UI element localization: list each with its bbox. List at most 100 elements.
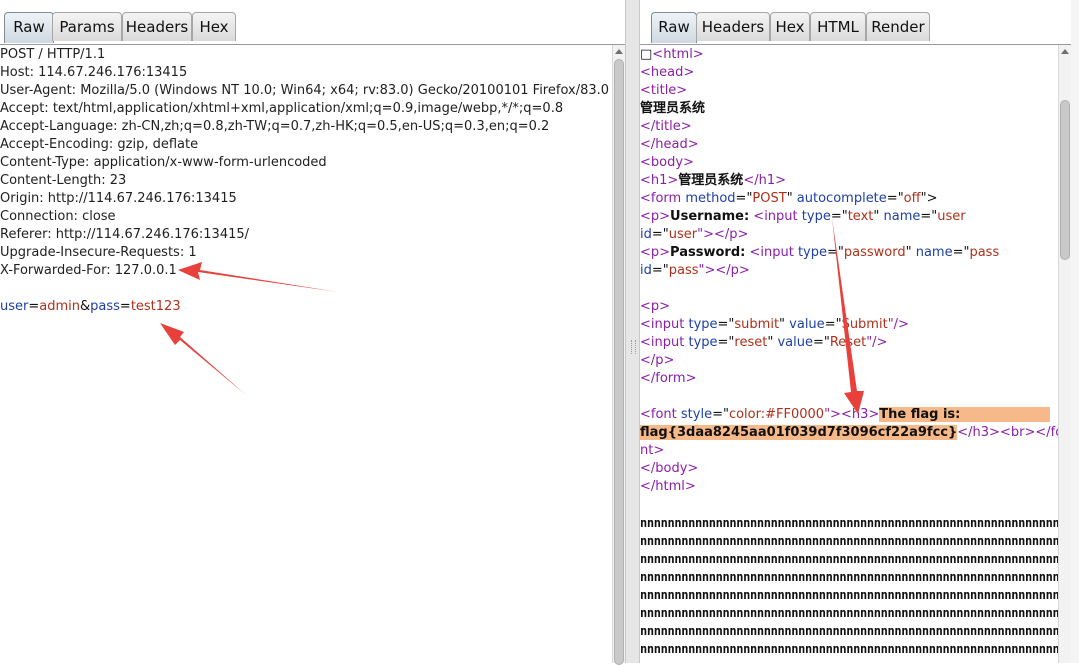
value-text: off	[903, 191, 921, 206]
request-scrollbar[interactable]	[612, 45, 625, 665]
body-key-user: user	[0, 299, 29, 314]
attr-text: type	[684, 317, 718, 332]
header-accept-encoding: Accept-Encoding: gzip, deflate	[0, 137, 199, 152]
flag-label-highlight: The flag is:	[879, 407, 1051, 422]
value-text: pass	[969, 245, 1000, 260]
source-line: </head>	[640, 137, 699, 152]
source-line: flag{3daa8245aa01f039d7f3096cf22a9fcc}</…	[640, 424, 1059, 442]
source-line: □<html>	[640, 46, 704, 64]
tag-text: <p>	[640, 245, 671, 260]
source-line: <h1>管理员系统</h1>	[640, 172, 786, 190]
value-text: Submit	[841, 317, 888, 332]
request-line: POST / HTTP/1.1	[0, 47, 106, 62]
tag-text: "></p>	[698, 263, 750, 278]
source-line: <p>	[640, 299, 671, 314]
response-editor[interactable]: □<html> <head> <title> 管理员系统 </title> </…	[640, 45, 1059, 663]
source-line: <p>Password: <input type="password" name…	[640, 244, 999, 262]
tab-params[interactable]: Params	[52, 12, 122, 41]
tab-raw[interactable]: Raw	[4, 12, 54, 43]
scroll-up-icon[interactable]	[1061, 49, 1069, 54]
attr-text: id	[640, 263, 652, 278]
tab-hex[interactable]: Hex	[192, 12, 236, 41]
tag-text: <html>	[652, 47, 704, 62]
punct-text: ="	[651, 227, 669, 242]
header-user-agent: User-Agent: Mozilla/5.0 (Windows NT 10.0…	[0, 83, 610, 98]
tag-text: </h3>	[957, 425, 1000, 440]
tab-headers[interactable]: Headers	[696, 12, 770, 41]
response-tabbar: Raw Headers Hex HTML Render	[640, 0, 1079, 45]
value-text: POST	[752, 191, 787, 206]
value-text: pass	[668, 263, 699, 278]
value-text: color:#FF0000	[728, 407, 825, 422]
split-divider[interactable]	[625, 0, 640, 663]
tab-render[interactable]: Render	[866, 12, 930, 41]
body-value-pass: test123	[130, 299, 181, 314]
attr-text: autocomplete	[792, 191, 887, 206]
source-line: <title>	[640, 83, 688, 98]
tab-html[interactable]: HTML	[810, 12, 866, 41]
punct-text: ="	[712, 407, 729, 422]
request-editor[interactable]: POST / HTTP/1.1 Host: 114.67.246.176:134…	[0, 45, 613, 663]
source-title-text: 管理员系统	[640, 101, 706, 116]
header-content-type: Content-Type: application/x-www-form-url…	[0, 155, 327, 170]
tag-text: "/>	[866, 335, 888, 350]
source-line: </form>	[640, 371, 697, 386]
value-text: reset	[734, 335, 768, 350]
filler-line: nnnnnnnnnnnnnnnnnnnnnnnnnnnnnnnnnnnnnnnn…	[640, 516, 1059, 530]
filler-line: nnnnnnnnnnnnnnnnnnnnnnnnnnnnnnnnnnnnnnnn…	[640, 624, 1059, 638]
punct-text: ="	[952, 245, 970, 260]
punct-text: ="	[735, 191, 753, 206]
source-line: </title>	[640, 119, 692, 134]
heading-text: 管理员系统	[678, 173, 744, 188]
header-upgrade-insecure: Upgrade-Insecure-Requests: 1	[0, 245, 197, 260]
header-accept: Accept: text/html,application/xhtml+xml,…	[0, 101, 564, 116]
tag-text: "></p>	[697, 227, 749, 242]
scroll-thumb[interactable]	[614, 59, 624, 665]
tab-hex[interactable]: Hex	[770, 12, 810, 41]
tag-text: <p>	[640, 209, 671, 224]
body-amp: &	[80, 299, 91, 314]
tag-text: ">	[824, 407, 841, 422]
filler-line: nnnnnnnnnnnnnnnnnnnnnnnnnnnnnnnnnnnnnnnn…	[640, 552, 1059, 566]
source-line: id="pass"></p>	[640, 262, 750, 280]
attr-text: method	[681, 191, 736, 206]
tag-text: <font	[640, 407, 677, 422]
header-origin: Origin: http://114.67.246.176:13415	[0, 191, 237, 206]
tab-raw[interactable]: Raw	[651, 12, 697, 43]
response-pane: Raw Headers Hex HTML Render □<html> <hea…	[640, 0, 1079, 663]
punct-text: ="	[717, 335, 735, 350]
body-eq: =	[119, 299, 131, 314]
filler-line: nnnnnnnnnnnnnnnnnnnnnnnnnnnnnnnnnnnnnnnn…	[640, 588, 1059, 602]
attr-text: value	[773, 335, 813, 350]
source-line: <form method="POST" autocomplete="off">	[640, 190, 937, 208]
tag-text: </h1>	[743, 173, 786, 188]
source-line: <input type="reset" value="Reset"/>	[640, 334, 887, 352]
tab-headers[interactable]: Headers	[122, 12, 192, 41]
scroll-up-icon[interactable]	[615, 49, 623, 54]
attr-text: id	[640, 227, 652, 242]
tag-text: <br>	[999, 425, 1036, 440]
request-tabbar: Raw Params Headers Hex	[0, 0, 625, 45]
bom-box-icon: □	[640, 47, 653, 62]
body-key-pass: pass	[90, 299, 120, 314]
source-line: <body>	[640, 155, 694, 170]
scroll-thumb[interactable]	[1060, 100, 1070, 260]
tag-text: <input	[640, 335, 685, 350]
filler-line: nnnnnnnnnnnnnnnnnnnnnnnnnnnnnnnnnnnnnnnn…	[640, 570, 1059, 584]
attr-text: type	[684, 335, 718, 350]
value-text: password	[843, 245, 906, 260]
punct-text: ="	[920, 209, 938, 224]
request-pane: Raw Params Headers Hex POST / HTTP/1.1 H…	[0, 0, 625, 665]
source-line: </body>	[640, 461, 699, 476]
attr-text: value	[785, 317, 825, 332]
attr-text: name	[879, 209, 921, 224]
window-edge	[1071, 0, 1079, 663]
punct-text: ="	[717, 317, 735, 332]
punct-text: ="	[830, 209, 848, 224]
body-value-user: admin	[39, 299, 80, 314]
response-scrollbar[interactable]	[1058, 45, 1071, 663]
grip-icon	[631, 340, 636, 354]
label-text: Password:	[670, 245, 746, 260]
tag-text: <form	[640, 191, 682, 206]
value-text: text	[847, 209, 874, 224]
